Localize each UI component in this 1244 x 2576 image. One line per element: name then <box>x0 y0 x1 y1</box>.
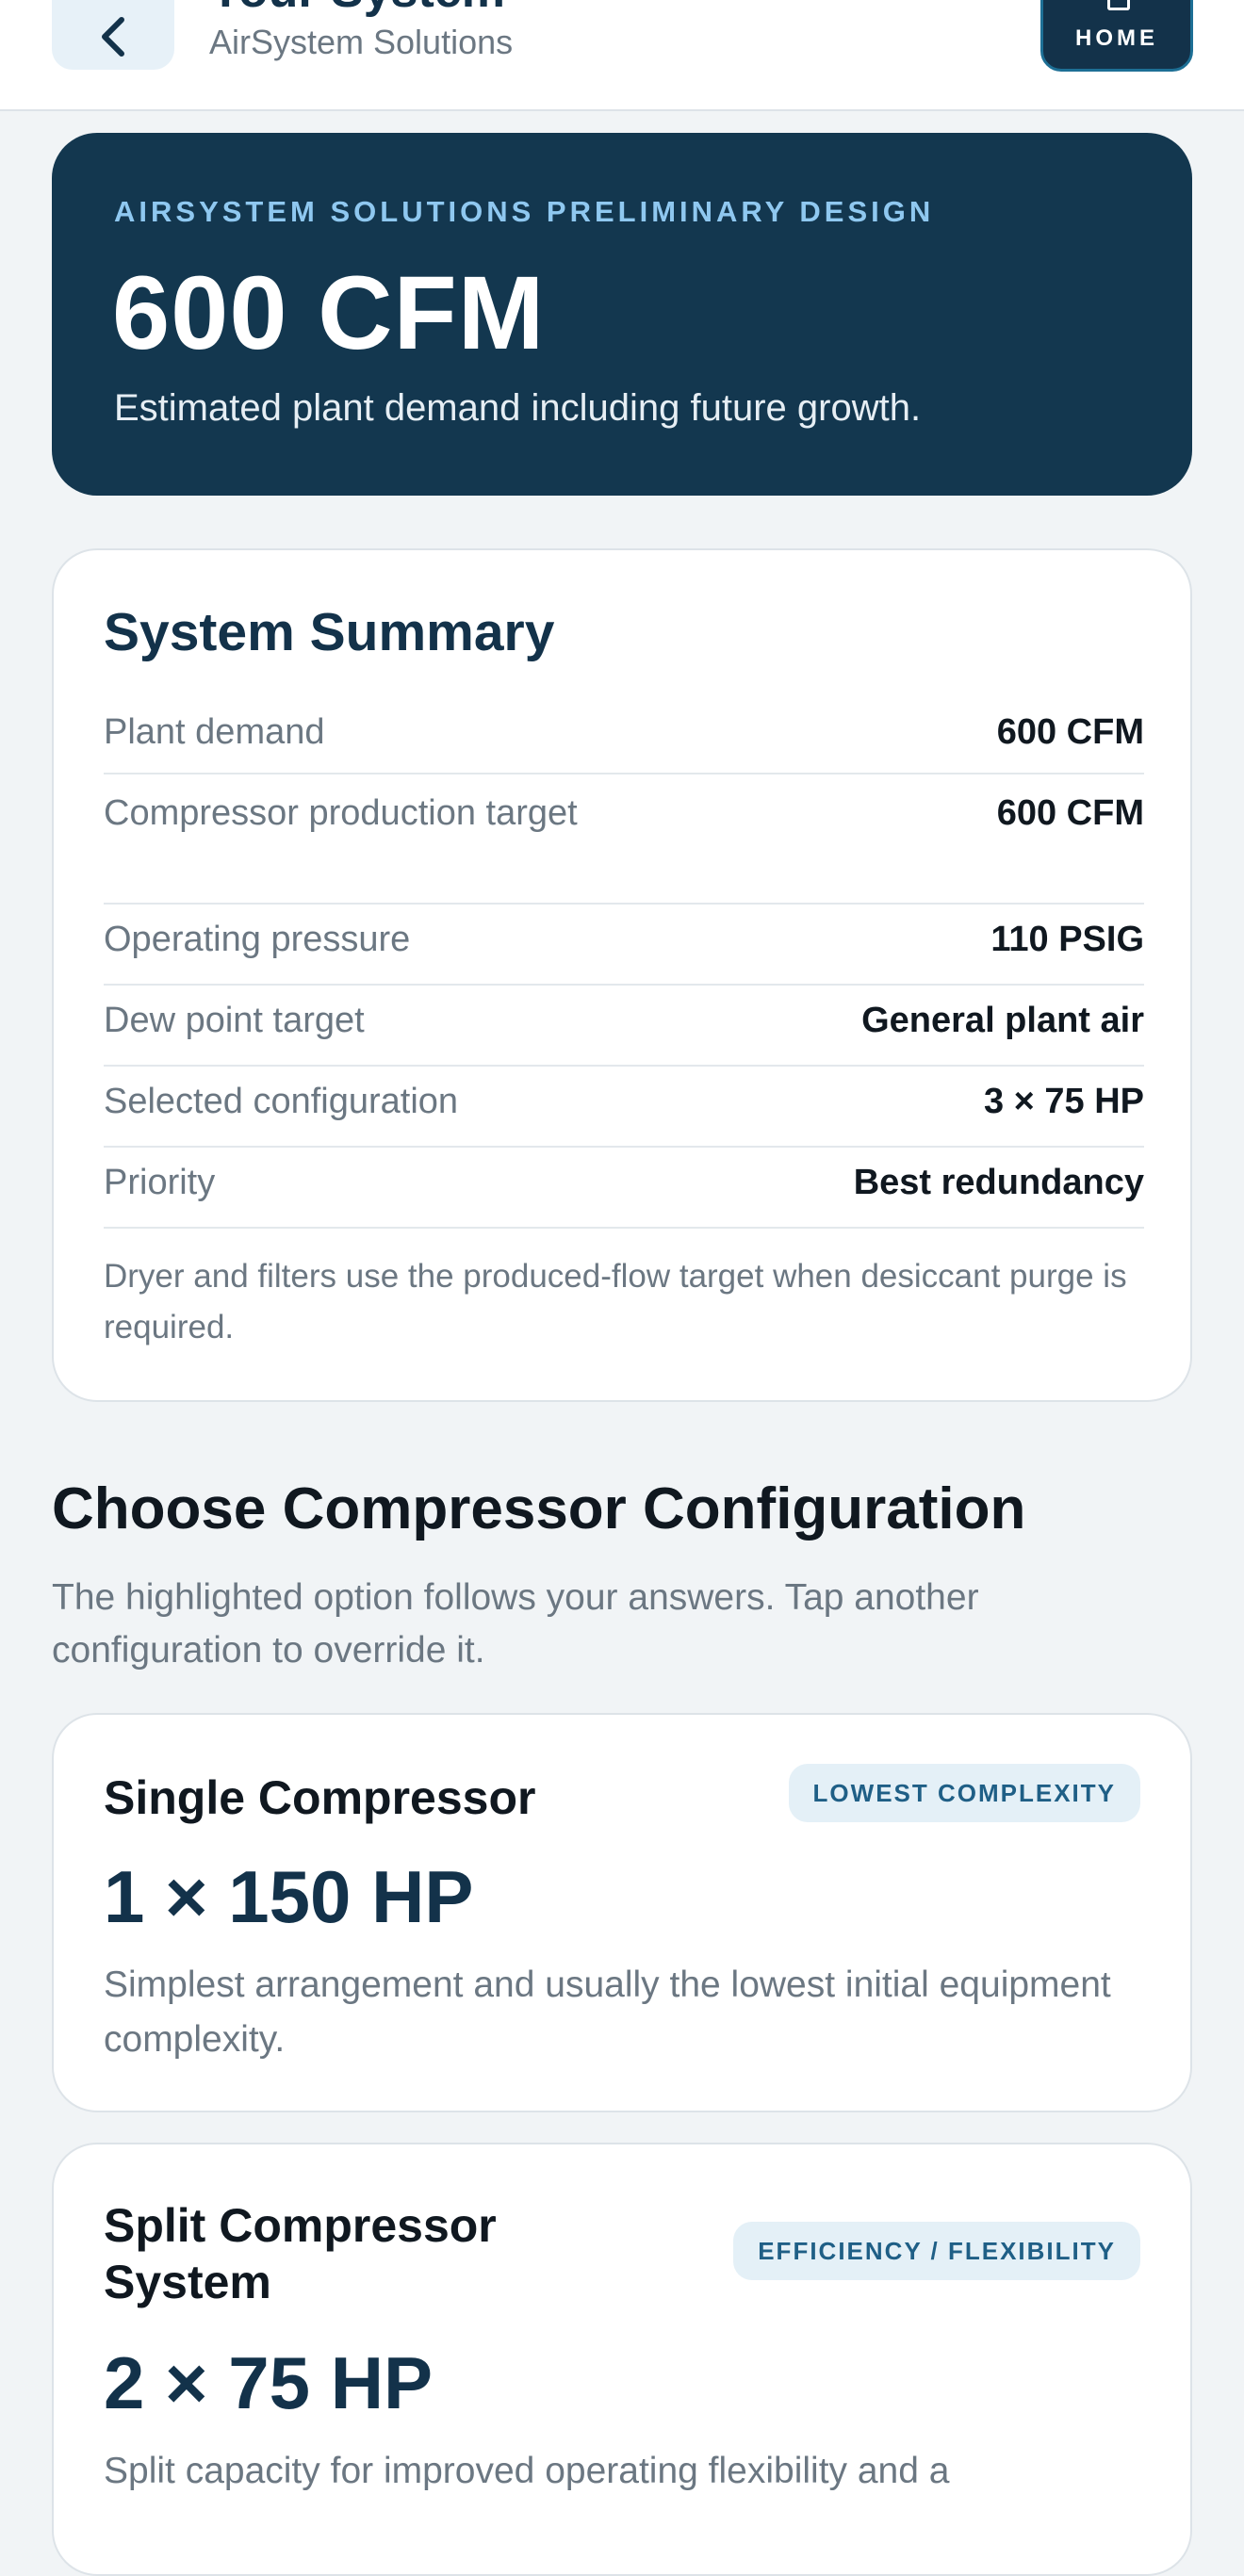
summary-row-value: 3 × 75 HP <box>983 1082 1144 1121</box>
app-header: Your System AirSystem Solutions HOME <box>0 0 1244 111</box>
option-badge: EFFICIENCY / FLEXIBILITY <box>733 2222 1140 2280</box>
option-description: Split capacity for improved operating fl… <box>104 2451 950 2491</box>
summary-row-label: Plant demand <box>104 712 325 752</box>
summary-row-dew-point: Dew point target General plant air <box>104 999 1144 1067</box>
summary-row-priority: Priority Best redundancy <box>104 1161 1144 1229</box>
summary-row-label: Dew point target <box>104 1001 365 1040</box>
configuration-section-description: The highlighted option follows your answ… <box>52 1577 979 1671</box>
design-hero-card: AIRSYSTEM SOLUTIONS PRELIMINARY DESIGN 6… <box>52 133 1192 496</box>
summary-row-label: Selected configuration <box>104 1082 459 1121</box>
hero-demand-value: 600 CFM <box>112 255 546 371</box>
system-summary-card: System Summary Plant demand 600 CFM Comp… <box>52 548 1192 1402</box>
summary-row-value: General plant air <box>861 1001 1144 1040</box>
summary-note: Dryer and filters use the produced-flow … <box>104 1258 1127 1345</box>
option-description: Simplest arrangement and usually the low… <box>104 1965 1111 2060</box>
option-name: Split Compressor System <box>104 2199 497 2308</box>
summary-row-value: 600 CFM <box>996 712 1144 752</box>
option-card-single-compressor[interactable]: Single Compressor LOWEST COMPLEXITY 1 × … <box>52 1713 1192 2112</box>
chevron-left-icon <box>102 17 124 57</box>
summary-row-value: Best redundancy <box>853 1163 1144 1202</box>
page-title: Your System <box>209 0 505 19</box>
option-card-split-compressor[interactable]: Split Compressor System EFFICIENCY / FLE… <box>52 2143 1192 2576</box>
summary-row-label: Compressor production target <box>104 793 578 833</box>
summary-row-value: 110 PSIG <box>990 920 1144 959</box>
configuration-section-title: Choose Compressor Configuration <box>52 1476 1026 1541</box>
summary-row-label: Priority <box>104 1163 216 1202</box>
option-hp: 2 × 75 HP <box>104 2341 434 2424</box>
summary-row-label: Operating pressure <box>104 920 411 959</box>
page-subtitle: AirSystem Solutions <box>209 23 514 61</box>
home-button-label: HOME <box>1075 25 1158 51</box>
summary-row-configuration: Selected configuration 3 × 75 HP <box>104 1080 1144 1148</box>
summary-title: System Summary <box>104 602 555 662</box>
hero-description: Estimated plant demand including future … <box>114 387 922 429</box>
home-icon <box>1107 0 1130 10</box>
summary-row-production-target: Compressor production target 600 CFM <box>104 791 1144 905</box>
option-hp: 1 × 150 HP <box>104 1855 474 1938</box>
option-badge: LOWEST COMPLEXITY <box>788 1764 1140 1822</box>
home-button[interactable]: HOME <box>1040 0 1193 72</box>
summary-row-plant-demand: Plant demand 600 CFM <box>104 710 1144 774</box>
back-button[interactable] <box>52 0 174 70</box>
summary-row-value: 600 CFM <box>996 793 1144 833</box>
summary-row-operating-pressure: Operating pressure 110 PSIG <box>104 918 1144 986</box>
option-name: Single Compressor <box>104 1771 536 1824</box>
hero-eyebrow: AIRSYSTEM SOLUTIONS PRELIMINARY DESIGN <box>114 195 935 228</box>
